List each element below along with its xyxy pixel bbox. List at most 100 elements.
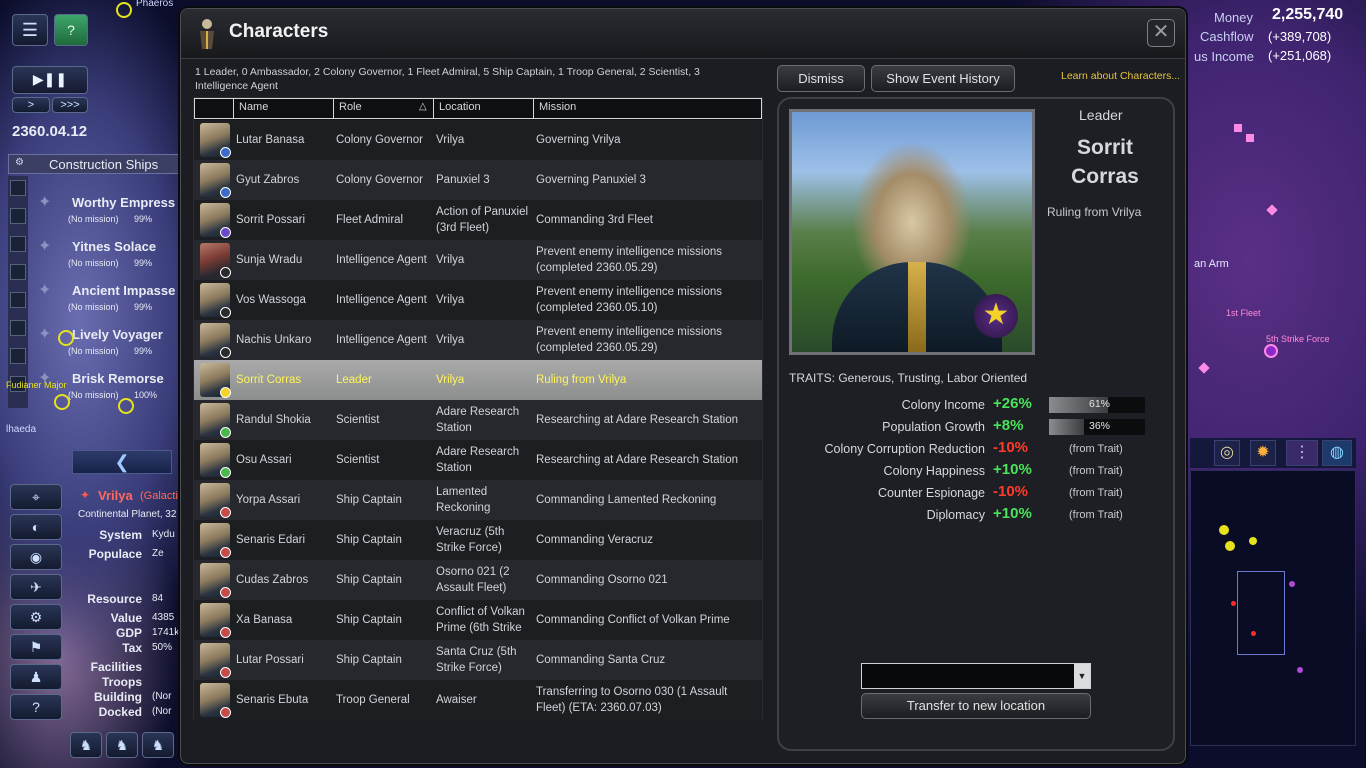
transfer-location-select[interactable]: ▼ bbox=[861, 663, 1091, 689]
close-icon: ✕ bbox=[1152, 21, 1170, 43]
filter-icon[interactable] bbox=[10, 292, 26, 308]
filter-icon[interactable] bbox=[10, 264, 26, 280]
speed-up-button[interactable]: >>> bbox=[52, 97, 88, 113]
cell-name: Cudas Zabros bbox=[236, 574, 309, 586]
progress-bar: 36% bbox=[1049, 419, 1145, 435]
fleet-icon[interactable]: ♞ bbox=[142, 732, 174, 758]
menu-button[interactable]: ☰ bbox=[12, 14, 48, 46]
filter-icon[interactable] bbox=[10, 180, 26, 196]
help-button[interactable]: ? bbox=[54, 14, 88, 46]
ship-list-header[interactable]: ⚙ Construction Ships bbox=[8, 154, 180, 174]
planet-icon[interactable]: ◐ bbox=[10, 514, 62, 540]
filter-icon[interactable] bbox=[10, 348, 26, 364]
window-titlebar[interactable]: Characters ✕ bbox=[181, 9, 1185, 59]
learn-about-characters-link[interactable]: Learn about Characters... bbox=[1061, 70, 1180, 82]
cell-mission: Prevent enemy intelligence missions (com… bbox=[536, 246, 723, 274]
table-row[interactable]: Sorrit Possari Fleet Admiral Action of Pan… bbox=[194, 200, 762, 240]
cell-location: Vrilya bbox=[436, 374, 465, 386]
mini-map-viewport[interactable] bbox=[1237, 571, 1285, 655]
ship-name: Worthy Empress bbox=[72, 195, 176, 210]
column-divider bbox=[333, 99, 334, 118]
cell-role: Intelligence Agent bbox=[336, 334, 427, 346]
characters-window: Characters ✕ 1 Leader, 0 Ambassador, 2 C… bbox=[180, 8, 1186, 764]
ship-list-item[interactable]: ✦ Ancient Impasse (No mission) 99% bbox=[30, 276, 180, 316]
table-row[interactable]: Cudas Zabros Ship Captain Osorno 021 (2 As… bbox=[194, 560, 762, 600]
system-marker[interactable] bbox=[118, 398, 134, 414]
table-row[interactable]: Xa Banasa Ship Captain Conflict of Volkan … bbox=[194, 600, 762, 640]
system-marker[interactable] bbox=[116, 2, 132, 18]
cell-role: Colony Governor bbox=[336, 134, 423, 146]
table-row[interactable]: Vos Wassoga Intelligence Agent Vrilya Preve… bbox=[194, 280, 762, 320]
column-header-mission[interactable]: Mission bbox=[539, 101, 576, 113]
table-row[interactable]: Gyut Zabros Colony Governor Panuxiel 3 Gove… bbox=[194, 160, 762, 200]
system-marker[interactable] bbox=[54, 394, 70, 410]
stat-label: GDP bbox=[115, 626, 142, 640]
chevron-down-icon[interactable]: ▼ bbox=[1074, 664, 1090, 688]
table-row[interactable]: Osu Assari Scientist Adare Research Statio… bbox=[194, 440, 762, 480]
detail-name: Sorrit Corras bbox=[1071, 136, 1139, 188]
transfer-to-new-location-button[interactable]: Transfer to new location bbox=[861, 693, 1091, 719]
play-pause-button[interactable]: ▶❚❚ bbox=[12, 66, 88, 94]
table-row[interactable]: Sunja Wradu Intelligence Agent Vrilya Preve… bbox=[194, 240, 762, 280]
colony-name[interactable]: Vrilya bbox=[98, 488, 133, 503]
column-divider bbox=[233, 99, 234, 118]
fleet-icon[interactable]: ♞ bbox=[70, 732, 102, 758]
cell-mission: Transferring to Osorno 030 (1 Assault Fl… bbox=[536, 686, 728, 714]
speed-down-button[interactable]: > bbox=[12, 97, 50, 113]
role-badge-icon bbox=[220, 667, 231, 678]
troops-icon[interactable]: ♟ bbox=[10, 664, 62, 690]
bonus-row: Colony Happiness +10% (from Trait) bbox=[779, 461, 1173, 481]
role-badge-icon bbox=[220, 187, 231, 198]
cell-role: Scientist bbox=[336, 454, 380, 466]
target-lock-icon[interactable]: ⌖ bbox=[10, 484, 62, 510]
fleet-icon[interactable]: ♞ bbox=[106, 732, 138, 758]
table-row[interactable]: Lutar Banasa Colony Governor Vrilya Governi… bbox=[194, 120, 762, 160]
dismiss-button[interactable]: Dismiss bbox=[777, 65, 865, 92]
show-event-history-button[interactable]: Show Event History bbox=[871, 65, 1015, 92]
ship-list-item[interactable]: ✦ Yitnes Solace (No mission) 99% bbox=[30, 232, 180, 272]
filter-icon[interactable] bbox=[10, 320, 26, 336]
cell-name: Gyut Zabros bbox=[236, 174, 300, 186]
ship-filter-strip bbox=[8, 176, 28, 408]
planet-icon[interactable]: ◎ bbox=[1214, 440, 1240, 466]
cell-location: Osorno 021 (2 Assault Fleet) bbox=[436, 566, 510, 594]
table-row[interactable]: Senaris Edari Ship Captain Veracruz (5th S… bbox=[194, 520, 762, 560]
gear-icon[interactable]: ⚙ bbox=[10, 604, 62, 630]
query-icon[interactable]: ? bbox=[10, 694, 62, 720]
filter-icon[interactable] bbox=[10, 208, 26, 224]
column-header-role[interactable]: Role bbox=[339, 101, 362, 113]
nebula-icon[interactable]: ⋮ bbox=[1286, 440, 1318, 466]
ship-icon[interactable]: ✈ bbox=[10, 574, 62, 600]
ship-list-item[interactable]: ✦ Lively Voyager (No mission) 99% bbox=[30, 320, 180, 360]
map-marker[interactable] bbox=[1266, 204, 1278, 216]
fleet-marker[interactable] bbox=[1264, 344, 1278, 358]
cell-mission: Prevent enemy intelligence missions (com… bbox=[536, 326, 723, 354]
ship-name: Ancient Impasse bbox=[72, 283, 176, 298]
map-marker[interactable] bbox=[1198, 362, 1210, 374]
map-marker[interactable] bbox=[1234, 124, 1242, 132]
table-row[interactable]: Randul Shokia Scientist Adare Research Sta… bbox=[194, 400, 762, 440]
cell-mission: Commanding Lamented Reckoning bbox=[536, 494, 717, 506]
table-row[interactable]: Senaris Ebuta Troop General Awaiser Transfe… bbox=[194, 680, 762, 720]
system-marker[interactable] bbox=[58, 330, 74, 346]
star-icon[interactable]: ✹ bbox=[1250, 440, 1276, 466]
mini-map-system bbox=[1225, 541, 1235, 551]
close-button[interactable]: ✕ bbox=[1147, 19, 1175, 47]
filter-icon[interactable] bbox=[10, 236, 26, 252]
globe-icon[interactable]: ◍ bbox=[1322, 440, 1352, 466]
flag-icon[interactable]: ⚑ bbox=[10, 634, 62, 660]
role-badge-icon bbox=[220, 627, 231, 638]
table-row[interactable]: Nachis Unkaro Intelligence Agent Vrilya Pre… bbox=[194, 320, 762, 360]
map-marker[interactable] bbox=[1246, 134, 1254, 142]
column-header-name[interactable]: Name bbox=[239, 101, 268, 113]
collapse-panel-button[interactable]: ❮ bbox=[72, 450, 172, 474]
column-header-location[interactable]: Location bbox=[439, 101, 481, 113]
cell-mission: Commanding Santa Cruz bbox=[536, 654, 666, 666]
table-row[interactable]: Yorpa Assari Ship Captain Lamented Reckoni… bbox=[194, 480, 762, 520]
table-row[interactable]: Lutar Possari Ship Captain Santa Cruz (5th… bbox=[194, 640, 762, 680]
cell-location: Action of Panuxiel (3rd Fleet) bbox=[436, 206, 529, 234]
eye-icon[interactable]: ◉ bbox=[10, 544, 62, 570]
mini-map[interactable] bbox=[1190, 470, 1356, 746]
ship-list-item[interactable]: ✦ Worthy Empress (No mission) 99% bbox=[30, 188, 180, 228]
table-row-selected[interactable]: Sorrit Corras Leader Vrilya Ruling from Vri… bbox=[194, 360, 762, 400]
